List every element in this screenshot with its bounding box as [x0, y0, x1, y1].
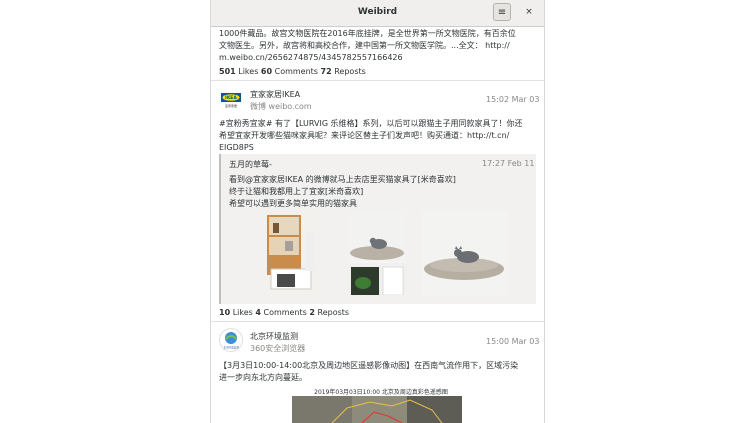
- svg-text:IKEA: IKEA: [225, 95, 237, 101]
- post-link[interactable]: EIGD8PS: [219, 142, 254, 153]
- post-time: 15:02 Mar 03: [486, 95, 540, 104]
- svg-text:宜家家居: 宜家家居: [225, 103, 237, 108]
- post-separator: [211, 80, 544, 81]
- photo-cat-bed[interactable]: [349, 211, 406, 295]
- comments-count: 4: [255, 308, 261, 317]
- reposts-label: Reposts: [334, 67, 366, 76]
- header-bar: Weibird ≡ ×: [211, 0, 544, 27]
- likes-label: Likes: [232, 308, 253, 317]
- quote-text-line: 看到@宜家家居IKEA 的微博就马上去店里买猫家具了[米奇喜欢]: [229, 175, 456, 184]
- post-text-line: 进一步向东北方向蔓延。: [219, 373, 307, 382]
- post-time: 15:00 Mar 03: [486, 337, 540, 346]
- quote-time: 17:27 Feb 11: [482, 159, 535, 168]
- photo-satellite-map[interactable]: [292, 396, 462, 423]
- likes-count: 501: [219, 67, 236, 76]
- comments-count: 60: [260, 67, 273, 76]
- post-text-line: 文物医生。另外，故宫将和高校合作，建中国第一所文物医学院。...全文： http…: [219, 41, 510, 50]
- post-separator: [211, 321, 544, 322]
- photo-cat-bed-large[interactable]: [422, 211, 508, 295]
- avatar[interactable]: IKEA 宜家家居: [219, 87, 243, 111]
- comments-label: Comments: [274, 67, 318, 76]
- post-text-line: 希望宜家开发哪些猫咪家具呢？来评论区替主子们发声吧！购买通道：http://t.…: [219, 131, 510, 140]
- post-source: 360安全浏览器: [250, 344, 306, 353]
- reposts-label: Reposts: [317, 308, 350, 317]
- post-text-line: 【3月3日10:00-14:00北京及周边地区遥感影像动图】在西南气流作用下，区…: [219, 361, 519, 370]
- author-name[interactable]: 北京环境监测: [250, 331, 298, 342]
- hamburger-menu-icon[interactable]: ≡: [493, 3, 511, 21]
- svg-text:北京环境监测: 北京环境监测: [223, 346, 239, 350]
- post-link[interactable]: m.weibo.cn/2656274875/4345782557166426: [219, 52, 403, 63]
- image-caption: 2019年03月03日10:00 北京及周边真彩色遥感图: [314, 389, 448, 396]
- repost-quote[interactable]: 五月的草莓- 17:27 Feb 11 看到@宜家家居IKEA 的微博就马上去店…: [219, 154, 536, 304]
- photo-shelf[interactable]: [263, 211, 319, 295]
- reposts-count: 72: [320, 67, 332, 76]
- quote-author[interactable]: 五月的草莓-: [229, 159, 272, 170]
- quote-text-line: 希望可以遇到更多简单实用的猫家具: [229, 199, 357, 208]
- post-text-line: #宜粉秀宜家# 有了【LURVIG 乐维格】系列，以后可以跟猫主子用同款家具了！…: [219, 119, 523, 128]
- avatar[interactable]: 北京环境监测: [219, 328, 243, 352]
- post-stats: 501 Likes 60 Comments 72 Reposts: [219, 67, 366, 76]
- close-icon[interactable]: ×: [521, 4, 537, 20]
- post-text-line: 1000件藏品。故宫文物医院在2016年底挂牌，是全世界第一所文物医院，有百余位: [219, 29, 516, 38]
- quote-text-line: 终于让猫和我都用上了宜家[米奇喜欢]: [229, 187, 364, 196]
- timeline[interactable]: 1000件藏品。故宫文物医院在2016年底挂牌，是全世界第一所文物医院，有百余位…: [211, 27, 544, 423]
- post-stats: 10 Likes 4 Comments 2 Reposts: [219, 308, 349, 317]
- post-source: 微博 weibo.com: [250, 102, 312, 111]
- weibird-window: Weibird ≡ × 1000件藏品。故宫文物医院在2016年底挂牌，是全世界…: [210, 0, 545, 423]
- likes-label: Likes: [238, 67, 259, 76]
- reposts-count: 2: [309, 308, 315, 317]
- author-name[interactable]: 宜家家居IKEA: [250, 89, 300, 100]
- likes-count: 10: [219, 308, 231, 317]
- comments-label: Comments: [263, 308, 307, 317]
